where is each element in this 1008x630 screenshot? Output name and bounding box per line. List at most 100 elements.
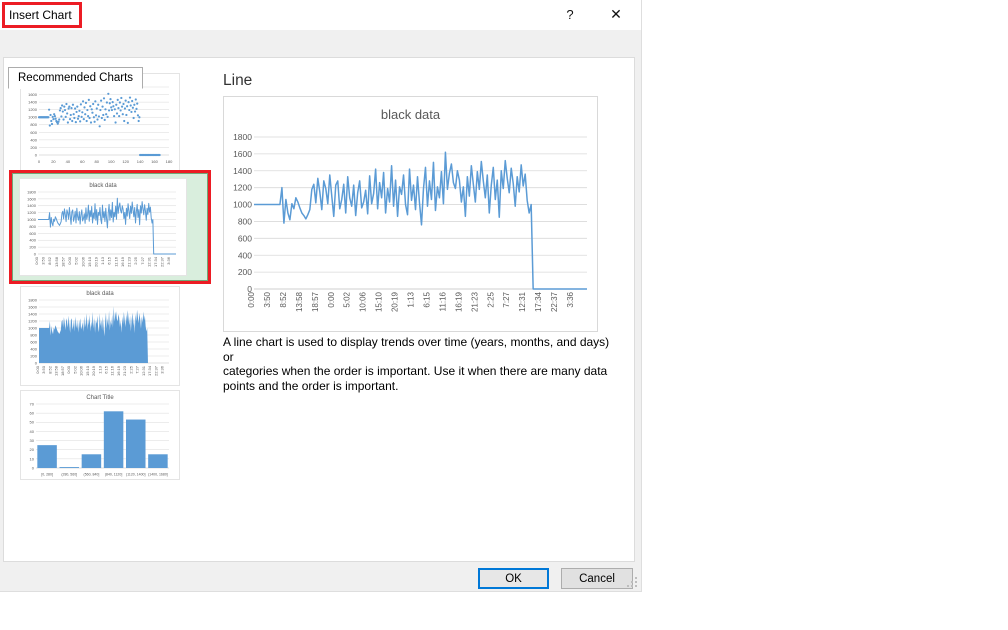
line-chart-thumbnail-card: 020040060080010001200140016001800black d… <box>19 178 187 276</box>
close-icon[interactable]: ✕ <box>599 0 633 29</box>
resize-grip[interactable] <box>627 577 638 588</box>
svg-text:400: 400 <box>29 238 36 243</box>
svg-text:3:50: 3:50 <box>41 365 46 374</box>
svg-text:2:25: 2:25 <box>486 291 495 307</box>
svg-text:800: 800 <box>238 217 252 227</box>
svg-text:1400: 1400 <box>28 100 38 105</box>
svg-text:13:58: 13:58 <box>54 256 59 267</box>
svg-text:(560, 840]: (560, 840] <box>84 473 100 477</box>
svg-text:18:57: 18:57 <box>60 365 65 376</box>
chart-preview: 020040060080010001200140016001800black d… <box>223 96 598 332</box>
line-chart-thumbnail-canvas: 020040060080010001200140016001800black d… <box>20 179 186 275</box>
svg-text:8:52: 8:52 <box>47 365 52 374</box>
svg-text:60: 60 <box>80 159 85 164</box>
cancel-button[interactable]: Cancel <box>561 568 633 589</box>
svg-text:2:25: 2:25 <box>133 256 138 265</box>
svg-text:6:15: 6:15 <box>104 365 109 374</box>
tab-recommended-charts[interactable]: Recommended Charts <box>8 67 143 89</box>
selection-annotation-box: 020040060080010001200140016001800black d… <box>9 170 211 284</box>
svg-text:1000: 1000 <box>233 200 252 210</box>
svg-text:600: 600 <box>30 130 37 135</box>
svg-text:120: 120 <box>122 159 129 164</box>
svg-text:600: 600 <box>238 233 252 243</box>
svg-text:1000: 1000 <box>28 325 38 330</box>
svg-text:15:10: 15:10 <box>375 291 384 312</box>
svg-text:1600: 1600 <box>233 149 252 159</box>
svg-text:20: 20 <box>30 447 35 452</box>
svg-text:40: 40 <box>30 429 35 434</box>
svg-text:1:13: 1:13 <box>407 291 416 307</box>
svg-text:400: 400 <box>30 137 37 142</box>
svg-text:3:36: 3:36 <box>166 256 171 265</box>
svg-text:1200: 1200 <box>27 210 37 215</box>
svg-text:15:10: 15:10 <box>87 256 92 267</box>
svg-text:16:19: 16:19 <box>116 365 121 376</box>
area-chart-thumbnail-canvas: 020040060080010001200140016001800black d… <box>21 287 179 385</box>
title-annotation-box: Insert Chart <box>2 2 82 28</box>
svg-text:60: 60 <box>30 411 35 416</box>
svg-text:800: 800 <box>29 224 36 229</box>
svg-text:1400: 1400 <box>28 311 38 316</box>
ok-button[interactable]: OK <box>478 568 549 589</box>
svg-text:600: 600 <box>29 231 36 236</box>
svg-text:0: 0 <box>35 360 38 365</box>
svg-text:0: 0 <box>32 465 35 470</box>
svg-text:17:34: 17:34 <box>153 256 158 267</box>
svg-text:12:31: 12:31 <box>146 256 151 267</box>
svg-text:12:31: 12:31 <box>141 365 146 376</box>
svg-text:200: 200 <box>238 267 252 277</box>
svg-text:3:36: 3:36 <box>160 365 165 374</box>
svg-text:5:02: 5:02 <box>343 291 352 307</box>
selected-chart-type-heading: Line <box>223 72 252 90</box>
svg-text:16:19: 16:19 <box>120 256 125 267</box>
svg-text:18:57: 18:57 <box>60 256 65 267</box>
svg-text:13:58: 13:58 <box>54 365 59 376</box>
svg-text:3:50: 3:50 <box>41 256 46 265</box>
preview-line-chart-canvas: 020040060080010001200140016001800black d… <box>224 97 597 331</box>
svg-text:10:06: 10:06 <box>359 291 368 312</box>
dialog-footer: OK Cancel <box>0 561 641 591</box>
svg-text:800: 800 <box>30 332 37 337</box>
svg-text:0:00: 0:00 <box>327 291 336 307</box>
svg-text:20:19: 20:19 <box>93 256 98 267</box>
svg-text:21:23: 21:23 <box>470 291 479 312</box>
svg-text:(280, 560]: (280, 560] <box>61 473 77 477</box>
svg-text:5:02: 5:02 <box>72 365 77 374</box>
svg-text:1800: 1800 <box>233 132 252 142</box>
svg-text:21:23: 21:23 <box>122 365 127 376</box>
svg-text:80: 80 <box>95 159 100 164</box>
histogram-thumbnail-canvas: 010203040506070Chart Title[0, 280](280, … <box>21 391 179 479</box>
svg-text:1600: 1600 <box>28 304 38 309</box>
thumbnail-line-chart-selected[interactable]: 020040060080010001200140016001800black d… <box>12 173 208 281</box>
svg-text:11:16: 11:16 <box>110 365 115 375</box>
dialog-titlebar[interactable]: Insert Chart ? ✕ <box>0 0 641 30</box>
svg-text:1200: 1200 <box>28 318 38 323</box>
svg-text:400: 400 <box>238 250 252 260</box>
svg-text:11:16: 11:16 <box>438 291 447 311</box>
svg-text:3:36: 3:36 <box>566 291 575 307</box>
svg-text:black data: black data <box>86 291 114 297</box>
thumbnail-histogram-chart[interactable]: 010203040506070Chart Title[0, 280](280, … <box>20 390 180 480</box>
svg-text:22:37: 22:37 <box>160 256 165 267</box>
svg-text:1200: 1200 <box>233 183 252 193</box>
svg-text:16:19: 16:19 <box>454 291 463 312</box>
svg-text:8:52: 8:52 <box>47 256 52 265</box>
svg-text:11:16: 11:16 <box>113 256 118 266</box>
svg-text:(1120, 1400]: (1120, 1400] <box>126 473 145 477</box>
svg-text:0: 0 <box>35 152 38 157</box>
svg-text:Chart Title: Chart Title <box>86 395 114 401</box>
svg-text:3:50: 3:50 <box>263 291 272 307</box>
svg-text:40: 40 <box>66 159 71 164</box>
svg-text:1:13: 1:13 <box>97 365 102 374</box>
svg-text:0: 0 <box>34 251 37 256</box>
svg-text:10: 10 <box>30 456 35 461</box>
help-button[interactable]: ? <box>553 0 587 29</box>
svg-text:22:37: 22:37 <box>153 365 158 376</box>
svg-text:200: 200 <box>29 245 36 250</box>
thumbnail-area-chart[interactable]: 020040060080010001200140016001800black d… <box>20 286 180 386</box>
svg-text:22:37: 22:37 <box>550 291 559 312</box>
svg-text:0:00: 0:00 <box>66 365 71 374</box>
svg-text:6:15: 6:15 <box>422 291 431 307</box>
svg-text:1800: 1800 <box>27 189 37 194</box>
svg-text:17:34: 17:34 <box>147 365 152 376</box>
